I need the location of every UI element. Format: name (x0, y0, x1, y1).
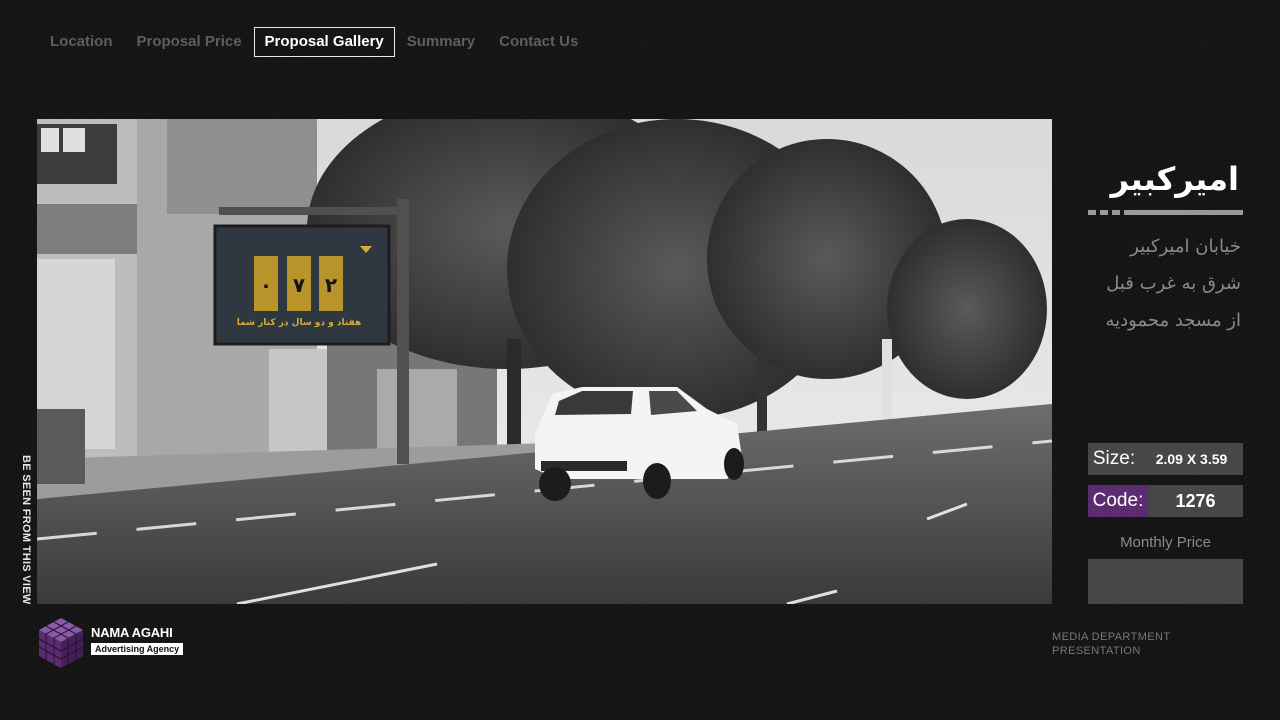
size-label: Size: (1088, 443, 1140, 475)
location-panel: امیرکبیر خیابان امیرکبیر شرق به غرب قبل … (1088, 150, 1243, 339)
cube-logo-icon (38, 618, 84, 668)
address-line: خیابان امیرکبیر (1130, 236, 1241, 257)
street-scene: ۰ ۷ ۲ هفتاد و دو سال در کنار شما (37, 119, 1052, 604)
billboard-digit-1: ۰ (260, 273, 272, 297)
nav-proposal-price[interactable]: Proposal Price (125, 27, 254, 57)
billboard-digit-3: ۲ (325, 273, 337, 297)
department-line-2: PRESENTATION (1052, 645, 1141, 657)
size-row: Size: 2.09 X 3.59 (1088, 443, 1243, 475)
nav-contact-us[interactable]: Contact Us (487, 27, 590, 57)
code-row: Code: 1276 (1088, 485, 1243, 517)
top-nav: Location Proposal Price Proposal Gallery… (38, 27, 590, 57)
address-line: شرق به غرب قبل (1106, 273, 1241, 294)
agency-logo[interactable]: NAMA AGAHI Advertising Agency (37, 616, 187, 670)
department-note: MEDIA DEPARTMENT PRESENTATION (1052, 630, 1170, 658)
code-label: Code: (1088, 485, 1148, 517)
address-line: از مسجد محمودیه (1105, 310, 1241, 331)
size-value: 2.09 X 3.59 (1140, 443, 1243, 475)
code-value: 1276 (1148, 485, 1243, 517)
billboard-caption: هفتاد و دو سال در کنار شما (237, 318, 362, 328)
logo-name: NAMA AGAHI (91, 625, 173, 640)
location-address: خیابان امیرکبیر شرق به غرب قبل از مسجد م… (1088, 228, 1243, 339)
nav-proposal-gallery[interactable]: Proposal Gallery (253, 27, 395, 57)
billboard-digit-2: ۷ (293, 273, 305, 297)
title-divider (1088, 210, 1243, 215)
department-line-1: MEDIA DEPARTMENT (1052, 631, 1171, 643)
view-caption: BE SEEN FROM THIS VIEW (20, 455, 32, 605)
location-title: امیرکبیر (1110, 160, 1239, 198)
nav-summary[interactable]: Summary (395, 27, 487, 57)
monthly-price-label: Monthly Price (1120, 534, 1211, 551)
nav-location[interactable]: Location (38, 27, 125, 57)
billboard-photo[interactable]: ۰ ۷ ۲ هفتاد و دو سال در کنار شما (37, 119, 1052, 604)
monthly-price-value (1088, 559, 1243, 604)
logo-tagline: Advertising Agency (91, 643, 184, 655)
